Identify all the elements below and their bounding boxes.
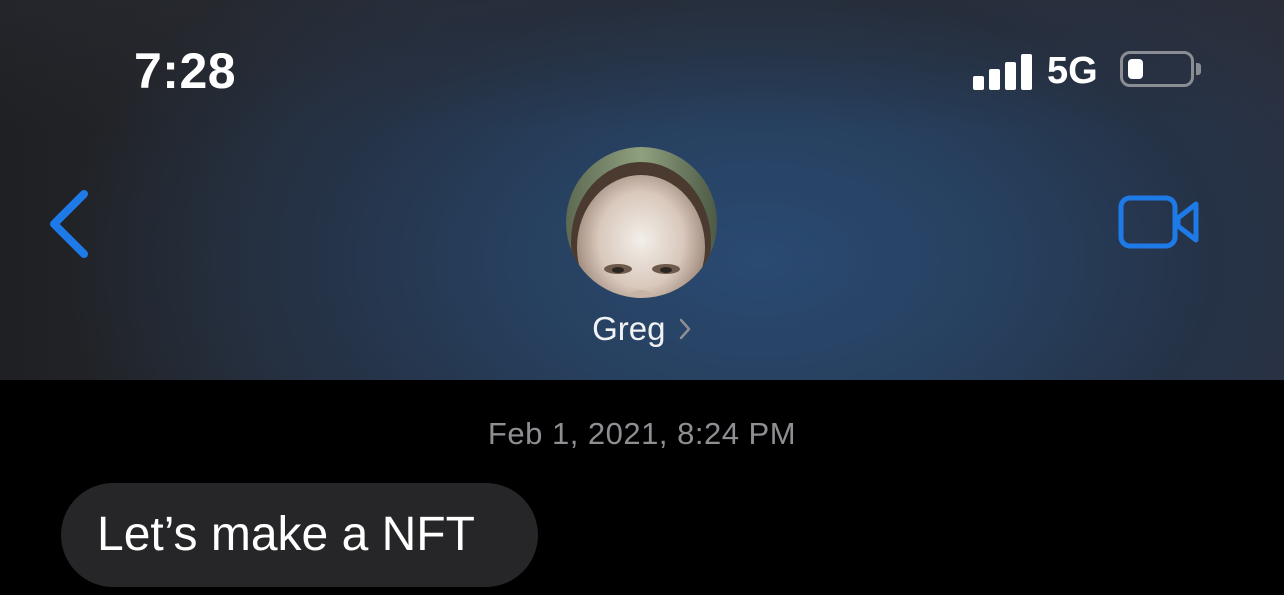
status-time: 7:28: [134, 43, 237, 99]
chevron-left-icon: [50, 190, 88, 258]
video-call-button[interactable]: [1116, 192, 1204, 254]
contact-photo: [566, 147, 717, 298]
battery-level: [1128, 59, 1143, 79]
back-button[interactable]: [40, 186, 100, 262]
message-timestamp: Feb 1, 2021, 8:24 PM: [487, 416, 797, 451]
video-camera-icon: [1118, 195, 1199, 249]
contact-name: Greg: [592, 310, 666, 347]
network-type: 5G: [1047, 50, 1098, 92]
message-text: Let’s make a NFT: [97, 508, 475, 561]
contact-avatar[interactable]: [566, 147, 717, 298]
incoming-message-bubble[interactable]: Let’s make a NFT: [61, 483, 538, 587]
messages-screen: 7:28 5G Greg Feb 1, 2021, 8:24 PM Let’s …: [0, 0, 1284, 595]
battery-cap: [1196, 63, 1201, 75]
battery-icon: [1120, 51, 1194, 87]
signal-strength-icon: [973, 54, 1033, 90]
chevron-right-icon: [679, 318, 691, 340]
contact-name-button[interactable]: Greg: [560, 310, 724, 348]
